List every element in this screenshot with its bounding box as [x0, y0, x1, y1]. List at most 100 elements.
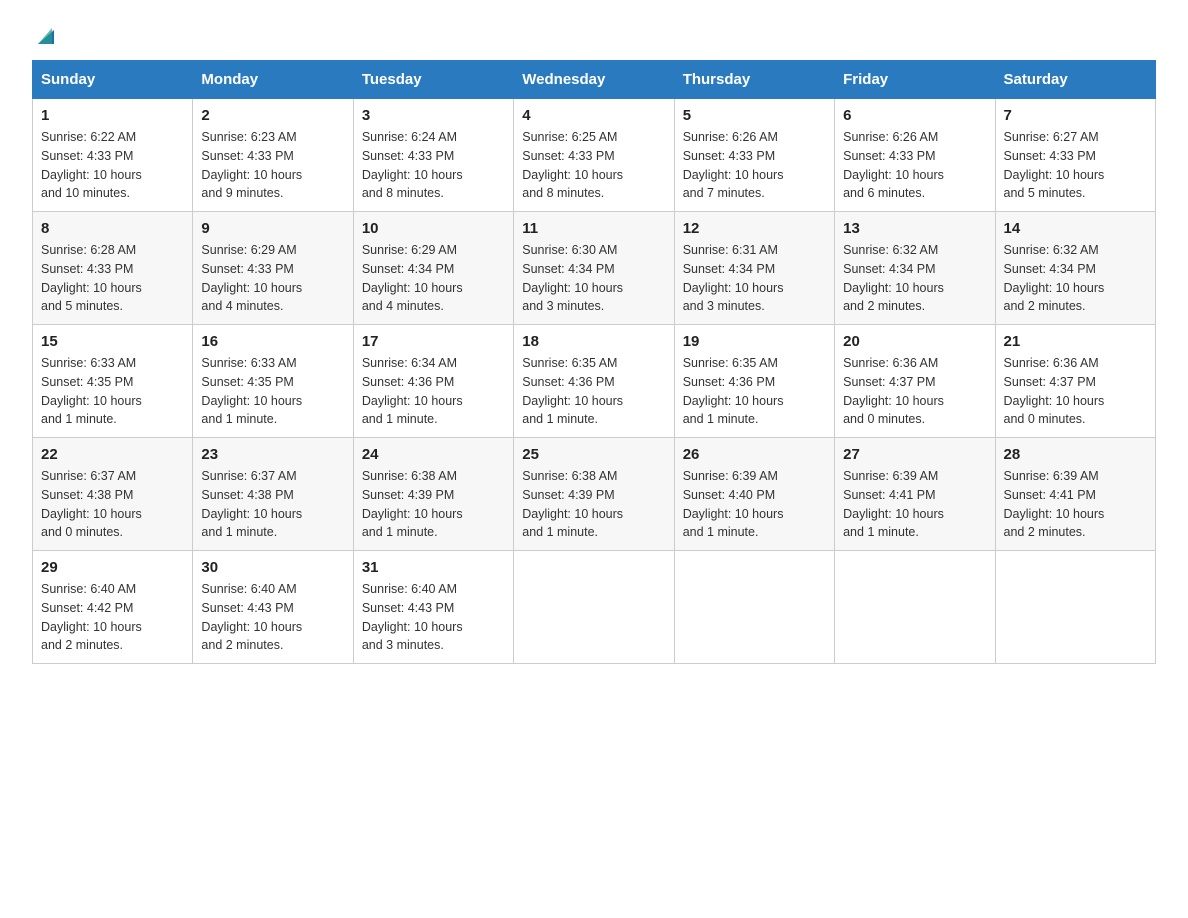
day-number: 1	[41, 107, 184, 124]
day-number: 8	[41, 220, 184, 237]
calendar-cell: 7 Sunrise: 6:27 AMSunset: 4:33 PMDayligh…	[995, 99, 1155, 212]
day-number: 10	[362, 220, 505, 237]
calendar-cell: 21 Sunrise: 6:36 AMSunset: 4:37 PMDaylig…	[995, 325, 1155, 438]
day-info: Sunrise: 6:26 AMSunset: 4:33 PMDaylight:…	[843, 130, 944, 200]
calendar-cell: 3 Sunrise: 6:24 AMSunset: 4:33 PMDayligh…	[353, 99, 513, 212]
day-number: 13	[843, 220, 986, 237]
logo	[32, 24, 58, 44]
col-header-sunday: Sunday	[33, 61, 193, 99]
calendar-cell: 29 Sunrise: 6:40 AMSunset: 4:42 PMDaylig…	[33, 551, 193, 664]
day-info: Sunrise: 6:23 AMSunset: 4:33 PMDaylight:…	[201, 130, 302, 200]
calendar-cell	[995, 551, 1155, 664]
day-info: Sunrise: 6:35 AMSunset: 4:36 PMDaylight:…	[683, 356, 784, 426]
col-header-monday: Monday	[193, 61, 353, 99]
calendar-cell: 16 Sunrise: 6:33 AMSunset: 4:35 PMDaylig…	[193, 325, 353, 438]
calendar-cell: 13 Sunrise: 6:32 AMSunset: 4:34 PMDaylig…	[835, 212, 995, 325]
day-info: Sunrise: 6:31 AMSunset: 4:34 PMDaylight:…	[683, 243, 784, 313]
calendar-cell	[835, 551, 995, 664]
day-number: 25	[522, 446, 665, 463]
day-number: 9	[201, 220, 344, 237]
day-info: Sunrise: 6:24 AMSunset: 4:33 PMDaylight:…	[362, 130, 463, 200]
day-number: 11	[522, 220, 665, 237]
day-info: Sunrise: 6:28 AMSunset: 4:33 PMDaylight:…	[41, 243, 142, 313]
calendar-table: SundayMondayTuesdayWednesdayThursdayFrid…	[32, 60, 1156, 664]
page-header	[32, 24, 1156, 44]
day-info: Sunrise: 6:36 AMSunset: 4:37 PMDaylight:…	[1004, 356, 1105, 426]
day-number: 18	[522, 333, 665, 350]
calendar-header-row: SundayMondayTuesdayWednesdayThursdayFrid…	[33, 61, 1156, 99]
day-number: 21	[1004, 333, 1147, 350]
calendar-cell	[674, 551, 834, 664]
calendar-cell: 6 Sunrise: 6:26 AMSunset: 4:33 PMDayligh…	[835, 99, 995, 212]
day-info: Sunrise: 6:33 AMSunset: 4:35 PMDaylight:…	[201, 356, 302, 426]
day-number: 15	[41, 333, 184, 350]
day-number: 28	[1004, 446, 1147, 463]
day-number: 22	[41, 446, 184, 463]
calendar-cell: 15 Sunrise: 6:33 AMSunset: 4:35 PMDaylig…	[33, 325, 193, 438]
calendar-cell: 2 Sunrise: 6:23 AMSunset: 4:33 PMDayligh…	[193, 99, 353, 212]
day-number: 30	[201, 559, 344, 576]
calendar-cell: 17 Sunrise: 6:34 AMSunset: 4:36 PMDaylig…	[353, 325, 513, 438]
calendar-cell: 26 Sunrise: 6:39 AMSunset: 4:40 PMDaylig…	[674, 438, 834, 551]
day-number: 31	[362, 559, 505, 576]
day-number: 5	[683, 107, 826, 124]
day-info: Sunrise: 6:35 AMSunset: 4:36 PMDaylight:…	[522, 356, 623, 426]
day-info: Sunrise: 6:37 AMSunset: 4:38 PMDaylight:…	[201, 469, 302, 539]
day-info: Sunrise: 6:32 AMSunset: 4:34 PMDaylight:…	[843, 243, 944, 313]
day-number: 29	[41, 559, 184, 576]
day-number: 12	[683, 220, 826, 237]
day-info: Sunrise: 6:29 AMSunset: 4:34 PMDaylight:…	[362, 243, 463, 313]
calendar-cell: 1 Sunrise: 6:22 AMSunset: 4:33 PMDayligh…	[33, 99, 193, 212]
day-info: Sunrise: 6:22 AMSunset: 4:33 PMDaylight:…	[41, 130, 142, 200]
calendar-cell: 14 Sunrise: 6:32 AMSunset: 4:34 PMDaylig…	[995, 212, 1155, 325]
calendar-cell: 20 Sunrise: 6:36 AMSunset: 4:37 PMDaylig…	[835, 325, 995, 438]
calendar-cell: 27 Sunrise: 6:39 AMSunset: 4:41 PMDaylig…	[835, 438, 995, 551]
calendar-cell: 22 Sunrise: 6:37 AMSunset: 4:38 PMDaylig…	[33, 438, 193, 551]
day-number: 20	[843, 333, 986, 350]
day-info: Sunrise: 6:27 AMSunset: 4:33 PMDaylight:…	[1004, 130, 1105, 200]
col-header-saturday: Saturday	[995, 61, 1155, 99]
calendar-cell: 30 Sunrise: 6:40 AMSunset: 4:43 PMDaylig…	[193, 551, 353, 664]
calendar-cell: 28 Sunrise: 6:39 AMSunset: 4:41 PMDaylig…	[995, 438, 1155, 551]
calendar-cell: 23 Sunrise: 6:37 AMSunset: 4:38 PMDaylig…	[193, 438, 353, 551]
day-info: Sunrise: 6:36 AMSunset: 4:37 PMDaylight:…	[843, 356, 944, 426]
day-number: 17	[362, 333, 505, 350]
col-header-thursday: Thursday	[674, 61, 834, 99]
day-info: Sunrise: 6:38 AMSunset: 4:39 PMDaylight:…	[522, 469, 623, 539]
calendar-cell: 12 Sunrise: 6:31 AMSunset: 4:34 PMDaylig…	[674, 212, 834, 325]
calendar-cell: 19 Sunrise: 6:35 AMSunset: 4:36 PMDaylig…	[674, 325, 834, 438]
day-number: 23	[201, 446, 344, 463]
calendar-cell: 5 Sunrise: 6:26 AMSunset: 4:33 PMDayligh…	[674, 99, 834, 212]
day-number: 4	[522, 107, 665, 124]
calendar-cell: 24 Sunrise: 6:38 AMSunset: 4:39 PMDaylig…	[353, 438, 513, 551]
calendar-week-row: 29 Sunrise: 6:40 AMSunset: 4:42 PMDaylig…	[33, 551, 1156, 664]
day-info: Sunrise: 6:29 AMSunset: 4:33 PMDaylight:…	[201, 243, 302, 313]
day-number: 2	[201, 107, 344, 124]
day-info: Sunrise: 6:39 AMSunset: 4:41 PMDaylight:…	[843, 469, 944, 539]
calendar-cell: 31 Sunrise: 6:40 AMSunset: 4:43 PMDaylig…	[353, 551, 513, 664]
day-number: 6	[843, 107, 986, 124]
col-header-wednesday: Wednesday	[514, 61, 674, 99]
day-number: 26	[683, 446, 826, 463]
day-info: Sunrise: 6:26 AMSunset: 4:33 PMDaylight:…	[683, 130, 784, 200]
day-info: Sunrise: 6:34 AMSunset: 4:36 PMDaylight:…	[362, 356, 463, 426]
col-header-friday: Friday	[835, 61, 995, 99]
calendar-week-row: 1 Sunrise: 6:22 AMSunset: 4:33 PMDayligh…	[33, 99, 1156, 212]
day-number: 16	[201, 333, 344, 350]
calendar-cell: 4 Sunrise: 6:25 AMSunset: 4:33 PMDayligh…	[514, 99, 674, 212]
calendar-cell: 10 Sunrise: 6:29 AMSunset: 4:34 PMDaylig…	[353, 212, 513, 325]
col-header-tuesday: Tuesday	[353, 61, 513, 99]
day-info: Sunrise: 6:25 AMSunset: 4:33 PMDaylight:…	[522, 130, 623, 200]
day-info: Sunrise: 6:40 AMSunset: 4:43 PMDaylight:…	[201, 582, 302, 652]
day-info: Sunrise: 6:40 AMSunset: 4:42 PMDaylight:…	[41, 582, 142, 652]
calendar-cell: 18 Sunrise: 6:35 AMSunset: 4:36 PMDaylig…	[514, 325, 674, 438]
calendar-cell: 11 Sunrise: 6:30 AMSunset: 4:34 PMDaylig…	[514, 212, 674, 325]
day-info: Sunrise: 6:40 AMSunset: 4:43 PMDaylight:…	[362, 582, 463, 652]
day-info: Sunrise: 6:37 AMSunset: 4:38 PMDaylight:…	[41, 469, 142, 539]
day-info: Sunrise: 6:32 AMSunset: 4:34 PMDaylight:…	[1004, 243, 1105, 313]
day-info: Sunrise: 6:30 AMSunset: 4:34 PMDaylight:…	[522, 243, 623, 313]
calendar-week-row: 8 Sunrise: 6:28 AMSunset: 4:33 PMDayligh…	[33, 212, 1156, 325]
calendar-week-row: 15 Sunrise: 6:33 AMSunset: 4:35 PMDaylig…	[33, 325, 1156, 438]
calendar-week-row: 22 Sunrise: 6:37 AMSunset: 4:38 PMDaylig…	[33, 438, 1156, 551]
day-number: 14	[1004, 220, 1147, 237]
